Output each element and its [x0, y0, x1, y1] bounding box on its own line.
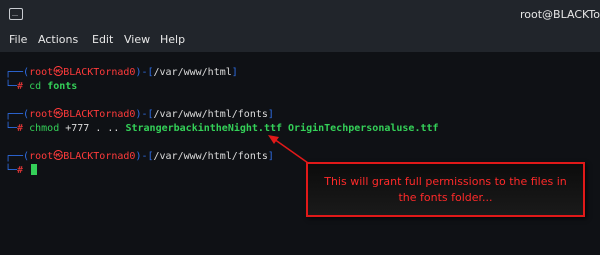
annotation-callout: This will grant full permissions to the …: [306, 162, 585, 217]
callout-text: This will grant full permissions to the …: [324, 174, 567, 204]
